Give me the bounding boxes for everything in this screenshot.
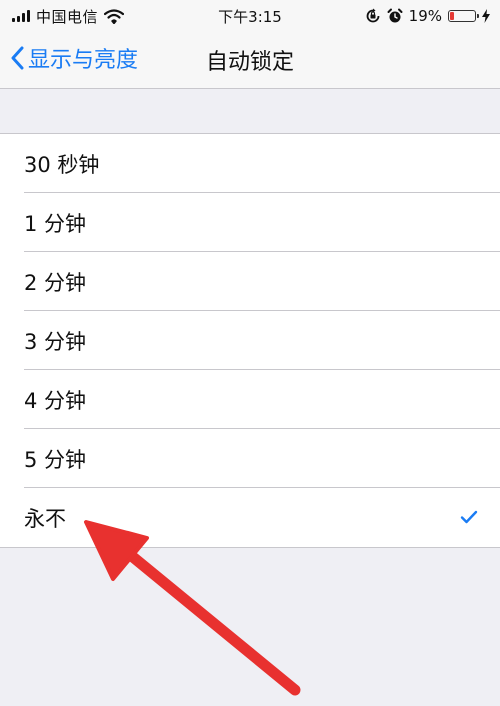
orientation-lock-icon [366,8,380,23]
option-label: 5 分钟 [24,447,87,472]
option-never[interactable]: 永不 [0,488,500,547]
navigation-bar: 显示与亮度 自动锁定 [0,32,500,88]
option-label: 2 分钟 [24,270,87,295]
battery-percent: 19% [408,7,442,25]
option-5-minutes[interactable]: 5 分钟 [0,429,500,488]
option-label: 永不 [24,506,66,531]
header-area: 中国电信 下午3:15 19% 显示与亮度 自动锁定 [0,0,500,89]
option-2-minutes[interactable]: 2 分钟 [0,252,500,311]
option-label: 4 分钟 [24,388,87,413]
option-30-seconds[interactable]: 30 秒钟 [0,134,500,193]
option-3-minutes[interactable]: 3 分钟 [0,311,500,370]
option-label: 3 分钟 [24,329,87,354]
option-4-minutes[interactable]: 4 分钟 [0,370,500,429]
auto-lock-options-list: 30 秒钟 1 分钟 2 分钟 3 分钟 4 分钟 5 分钟 永不 [0,133,500,548]
alarm-icon [387,8,403,23]
battery-icon [448,10,479,22]
screen: 中国电信 下午3:15 19% 显示与亮度 自动锁定 30 秒钟 1 分钟 2 … [0,0,500,706]
charging-bolt-icon [482,9,490,23]
section-spacer [0,89,500,133]
status-bar: 中国电信 下午3:15 19% [0,0,500,32]
battery-level-fill [450,12,454,20]
page-title: 自动锁定 [205,50,294,75]
option-label: 1 分钟 [24,211,87,236]
status-right: 19% [365,6,490,26]
checkmark-icon [460,510,478,524]
option-label: 30 秒钟 [24,152,100,177]
option-1-minute[interactable]: 1 分钟 [0,193,500,252]
